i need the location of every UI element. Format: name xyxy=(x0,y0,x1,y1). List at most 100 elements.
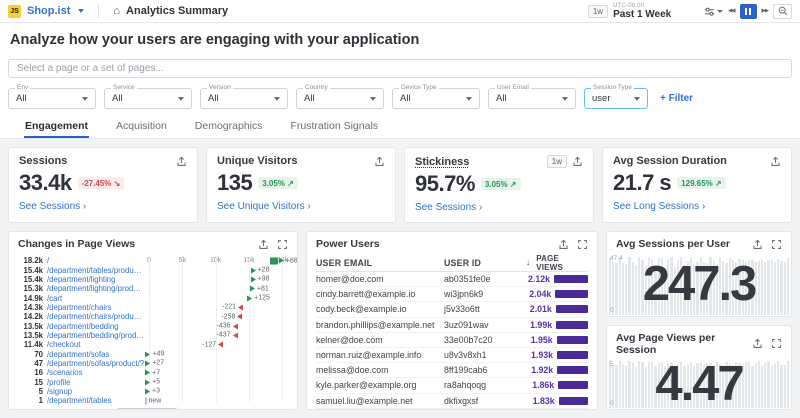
panel-title: Avg Page Views per Session xyxy=(616,332,752,356)
table-row[interactable]: kyle.parker@example.orgra8ahqoqg1.86k xyxy=(316,378,588,393)
arrow-left-icon xyxy=(237,314,242,320)
arrow-right-icon xyxy=(145,351,150,357)
page-views-row: 70/department/sofas+49 xyxy=(17,349,289,358)
column-header-page-views[interactable]: ↓ PAGE VIEWS xyxy=(526,254,588,272)
table-row[interactable]: melissa@doe.com8ff199cab61.92k xyxy=(316,363,588,378)
filter-dropdown-service[interactable]: ServiceAll xyxy=(104,88,192,109)
change-marker: +28 xyxy=(251,267,270,274)
table-row[interactable]: kelner@doe.com33e00b7c201.95k xyxy=(316,333,588,348)
change-marker: -436 xyxy=(217,323,238,330)
page-path-link[interactable]: /department/sofas/product/? xyxy=(47,359,145,368)
table-row[interactable]: brandon.phillips@example.net3uz091wav1.9… xyxy=(316,318,588,333)
expand-icon[interactable] xyxy=(577,239,588,250)
page-views-count: 1 xyxy=(17,396,43,405)
change-marker: -258 xyxy=(221,313,242,320)
change-value: +684 xyxy=(286,257,297,264)
user-email-cell: samuel.liu@example.net xyxy=(316,396,444,406)
user-email-cell: norman.ruiz@example.info xyxy=(316,350,444,360)
export-icon[interactable] xyxy=(770,156,781,167)
filter-dropdown-user-email[interactable]: User EmailAll xyxy=(488,88,576,109)
add-filter-button[interactable]: + Filter xyxy=(660,93,693,104)
export-icon[interactable] xyxy=(558,239,569,250)
app-switcher[interactable]: Shop.ist xyxy=(27,5,70,17)
page-path-link[interactable]: /signup xyxy=(47,387,145,396)
see-link[interactable]: See Sessions xyxy=(415,202,482,213)
filter-dropdown-device-type[interactable]: Device TypeAll xyxy=(392,88,480,109)
change-marker: -437 xyxy=(217,332,238,339)
change-marker: -127 xyxy=(202,341,223,348)
zoom-out-button[interactable] xyxy=(773,4,792,19)
expand-icon[interactable] xyxy=(771,338,782,349)
expand-icon[interactable] xyxy=(771,239,782,250)
arrow-right-icon xyxy=(145,360,150,366)
page-path-link[interactable]: /checkout xyxy=(47,340,145,349)
table-row[interactable]: norman.ruiz@example.infou8v3v8xh11.93k xyxy=(316,348,588,363)
chevron-down-icon xyxy=(634,97,640,101)
page-views-count: 15.4k xyxy=(17,275,43,284)
column-header-user-email[interactable]: USER EMAIL xyxy=(316,258,444,268)
page-path-link[interactable]: /department/bedding/product/? xyxy=(47,331,145,340)
expand-icon[interactable] xyxy=(277,239,288,250)
see-link[interactable]: See Unique Visitors xyxy=(217,201,311,212)
pause-button[interactable] xyxy=(740,4,757,19)
sort-descending-icon: ↓ xyxy=(526,258,530,267)
new-marker-icon xyxy=(145,397,147,404)
export-icon[interactable] xyxy=(752,338,763,349)
page-views-value: 1.99k xyxy=(530,320,552,330)
table-row[interactable]: cody.beck@example.ioj5v33o6tt2.01k xyxy=(316,302,588,317)
page-path-link[interactable]: / xyxy=(47,256,145,265)
page-path-link[interactable]: /department/tables/product/? xyxy=(47,266,145,275)
filter-dropdown-version[interactable]: VersionAll xyxy=(200,88,288,109)
see-link[interactable]: See Sessions xyxy=(19,201,86,212)
table-row[interactable]: homer@doe.comab0351fe0e2.12k xyxy=(316,272,588,287)
change-value: -437 xyxy=(217,332,231,339)
page-path-link[interactable]: /profile xyxy=(47,378,145,387)
time-forward-button[interactable]: ▶▶ xyxy=(762,8,768,14)
avg-page-views-per-session-panel: Avg Page Views per Session xyxy=(606,325,792,411)
arrow-left-icon xyxy=(218,342,223,348)
card-title: Unique Visitors xyxy=(217,155,297,167)
tab-frustration-signals[interactable]: Frustration Signals xyxy=(290,115,380,138)
export-icon[interactable] xyxy=(572,156,583,167)
filter-dropdown-session-type[interactable]: Session Typeuser xyxy=(584,88,648,109)
export-icon[interactable] xyxy=(258,239,269,250)
tab-acquisition[interactable]: Acquisition xyxy=(115,115,168,138)
tab-bar: Engagement Acquisition Demographics Frustra… xyxy=(0,115,800,139)
page-path-link[interactable]: /department/lighting xyxy=(47,275,145,284)
time-settings-button[interactable] xyxy=(704,6,723,17)
page-path-link[interactable]: /department/chairs/product/? xyxy=(47,312,145,321)
page-views-cell: 2.01k xyxy=(526,304,588,314)
page-views-count: 13.5k xyxy=(17,331,43,340)
export-icon[interactable] xyxy=(752,239,763,250)
page-path-link[interactable]: /department/bedding xyxy=(47,322,145,331)
see-link[interactable]: See Long Sessions xyxy=(613,201,705,212)
page-views-bar xyxy=(554,275,588,283)
page-heading: Analyze how your users are engaging with… xyxy=(10,32,790,48)
page-path-link[interactable]: /department/lighting/product/? xyxy=(47,284,145,293)
page-path-link[interactable]: /scenarios xyxy=(47,368,145,377)
page-views-bar xyxy=(556,321,588,329)
export-icon[interactable] xyxy=(176,156,187,167)
change-badge: 129.65% ↗ xyxy=(677,177,726,189)
page-path-link[interactable]: /department/chairs xyxy=(47,303,145,312)
chevron-down-icon[interactable] xyxy=(78,9,84,13)
page-views-cell: 2.12k xyxy=(526,274,588,284)
filter-label: User Email xyxy=(495,84,531,91)
page-path-link[interactable]: /cart xyxy=(47,294,145,303)
table-row[interactable]: cindy.barrett@example.iowi3jpn6k92.04k xyxy=(316,287,588,302)
page-views-bar xyxy=(555,290,588,298)
table-row[interactable]: samuel.liu@example.netdkfixgxsf1.83k xyxy=(316,394,588,409)
column-header-user-id[interactable]: USER ID xyxy=(444,258,526,268)
export-icon[interactable] xyxy=(374,156,385,167)
horizontal-scrollbar[interactable] xyxy=(117,408,177,410)
page-path-link[interactable]: /department/sofas xyxy=(47,350,145,359)
time-range-picker[interactable]: UTC-08:00 Past 1 Week xyxy=(613,3,699,20)
panel-title: Changes in Page Views xyxy=(18,238,135,250)
page-path-link[interactable]: /department/tables xyxy=(47,396,145,405)
time-rewind-button[interactable]: ◀◀ xyxy=(728,8,734,14)
filter-dropdown-env[interactable]: EnvAll xyxy=(8,88,96,109)
tab-demographics[interactable]: Demographics xyxy=(194,115,264,138)
filter-dropdown-country[interactable]: CountryAll xyxy=(296,88,384,109)
page-search-input[interactable] xyxy=(8,59,792,78)
tab-engagement[interactable]: Engagement xyxy=(24,115,89,138)
